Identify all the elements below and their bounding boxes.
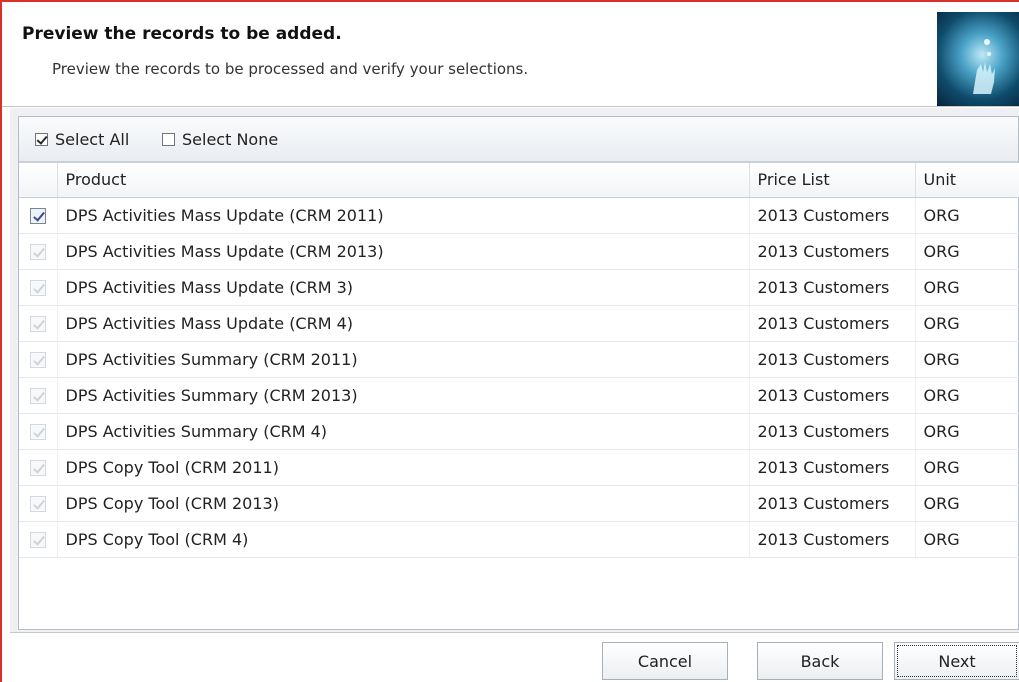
table-row[interactable]: DPS Activities Mass Update (CRM 2013) 201… bbox=[19, 233, 1019, 270]
row-checkbox[interactable] bbox=[29, 316, 46, 332]
unit-cell: ORG bbox=[915, 269, 1019, 306]
table-row[interactable]: DPS Activities Mass Update (CRM 4) 2013 C… bbox=[19, 305, 1019, 342]
table-row[interactable]: DPS Copy Tool (CRM 4) 2013 Customers ORG bbox=[19, 521, 1019, 558]
table-row[interactable]: DPS Activities Summary (CRM 2011) 2013 Cu… bbox=[19, 341, 1019, 378]
row-checkbox[interactable] bbox=[29, 208, 46, 224]
table-row[interactable]: DPS Copy Tool (CRM 2013) 2013 Customers OR… bbox=[19, 485, 1019, 522]
column-header-select bbox=[19, 163, 58, 198]
price-list-cell: 2013 Customers bbox=[749, 269, 916, 306]
price-list-cell: 2013 Customers bbox=[749, 305, 916, 342]
select-all-label[interactable]: Select All bbox=[55, 130, 129, 149]
row-checkbox[interactable] bbox=[29, 460, 46, 476]
price-list-cell: 2013 Customers bbox=[749, 197, 916, 234]
page-subtitle: Preview the records to be processed and … bbox=[52, 60, 529, 78]
next-button[interactable]: Next bbox=[894, 642, 1019, 680]
unit-cell: ORG bbox=[915, 341, 1019, 378]
unit-cell: ORG bbox=[915, 197, 1019, 234]
row-select-cell[interactable] bbox=[19, 197, 58, 234]
table-row[interactable]: DPS Activities Mass Update (CRM 2011) 201… bbox=[19, 197, 1019, 234]
unit-cell: ORG bbox=[915, 305, 1019, 342]
content-area: Select All Select None Product Price Lis… bbox=[10, 108, 1019, 632]
price-list-cell: 2013 Customers bbox=[749, 485, 916, 522]
row-select-cell[interactable] bbox=[19, 269, 58, 306]
price-list-cell: 2013 Customers bbox=[749, 521, 916, 558]
product-cell: DPS Activities Summary (CRM 4) bbox=[57, 413, 750, 450]
product-cell: DPS Activities Summary (CRM 2013) bbox=[57, 377, 750, 414]
select-all-checkbox[interactable] bbox=[35, 132, 48, 146]
row-select-cell[interactable] bbox=[19, 377, 58, 414]
product-cell: DPS Copy Tool (CRM 2011) bbox=[57, 449, 750, 486]
table-row[interactable]: DPS Copy Tool (CRM 2011) 2013 Customers OR… bbox=[19, 449, 1019, 486]
table-header-row: Product Price List Unit bbox=[19, 163, 1019, 198]
price-list-cell: 2013 Customers bbox=[749, 233, 916, 270]
page-title: Preview the records to be added. bbox=[22, 24, 342, 44]
unit-cell: ORG bbox=[915, 449, 1019, 486]
unit-cell: ORG bbox=[915, 233, 1019, 270]
table-row[interactable]: DPS Activities Summary (CRM 4) 2013 Custo… bbox=[19, 413, 1019, 450]
row-select-cell[interactable] bbox=[19, 485, 58, 522]
row-select-cell[interactable] bbox=[19, 305, 58, 342]
column-header-unit[interactable]: Unit bbox=[915, 163, 1019, 198]
records-grid: Select All Select None Product Price Lis… bbox=[18, 116, 1019, 630]
table-row[interactable]: DPS Activities Summary (CRM 2013) 2013 Cu… bbox=[19, 377, 1019, 414]
column-header-product[interactable]: Product bbox=[57, 163, 750, 198]
product-cell: DPS Activities Mass Update (CRM 3) bbox=[57, 269, 750, 306]
select-none-toggle[interactable]: Select None bbox=[162, 129, 278, 149]
hand-icon bbox=[973, 39, 995, 94]
row-checkbox[interactable] bbox=[29, 244, 46, 260]
row-select-cell[interactable] bbox=[19, 449, 58, 486]
wizard-header: Preview the records to be added. Preview… bbox=[2, 2, 1019, 107]
footer-divider bbox=[10, 632, 1019, 633]
product-cell: DPS Activities Mass Update (CRM 2013) bbox=[57, 233, 750, 270]
product-cell: DPS Activities Mass Update (CRM 2011) bbox=[57, 197, 750, 234]
header-banner-image bbox=[937, 12, 1019, 107]
table-row[interactable]: DPS Activities Mass Update (CRM 3) 2013 C… bbox=[19, 269, 1019, 306]
select-none-label[interactable]: Select None bbox=[182, 130, 278, 149]
header-divider bbox=[2, 106, 1019, 107]
row-checkbox[interactable] bbox=[29, 496, 46, 512]
product-cell: DPS Activities Summary (CRM 2011) bbox=[57, 341, 750, 378]
select-all-toggle[interactable]: Select All bbox=[35, 129, 129, 149]
unit-cell: ORG bbox=[915, 521, 1019, 558]
row-select-cell[interactable] bbox=[19, 521, 58, 558]
price-list-cell: 2013 Customers bbox=[749, 341, 916, 378]
cancel-button[interactable]: Cancel bbox=[602, 642, 728, 680]
price-list-cell: 2013 Customers bbox=[749, 449, 916, 486]
row-checkbox[interactable] bbox=[29, 424, 46, 440]
product-cell: DPS Copy Tool (CRM 4) bbox=[57, 521, 750, 558]
price-list-cell: 2013 Customers bbox=[749, 413, 916, 450]
records-table: Product Price List Unit DPS Activities M… bbox=[19, 163, 1019, 558]
row-checkbox[interactable] bbox=[29, 352, 46, 368]
product-cell: DPS Activities Mass Update (CRM 4) bbox=[57, 305, 750, 342]
row-checkbox[interactable] bbox=[29, 388, 46, 404]
column-header-price-list[interactable]: Price List bbox=[749, 163, 916, 198]
row-checkbox[interactable] bbox=[29, 280, 46, 296]
unit-cell: ORG bbox=[915, 485, 1019, 522]
row-checkbox[interactable] bbox=[29, 532, 46, 548]
unit-cell: ORG bbox=[915, 413, 1019, 450]
unit-cell: ORG bbox=[915, 377, 1019, 414]
back-button[interactable]: Back bbox=[757, 642, 883, 680]
price-list-cell: 2013 Customers bbox=[749, 377, 916, 414]
row-select-cell[interactable] bbox=[19, 341, 58, 378]
select-none-checkbox[interactable] bbox=[162, 132, 175, 146]
product-cell: DPS Copy Tool (CRM 2013) bbox=[57, 485, 750, 522]
row-select-cell[interactable] bbox=[19, 233, 58, 270]
row-select-cell[interactable] bbox=[19, 413, 58, 450]
grid-toolbar: Select All Select None bbox=[19, 117, 1018, 163]
